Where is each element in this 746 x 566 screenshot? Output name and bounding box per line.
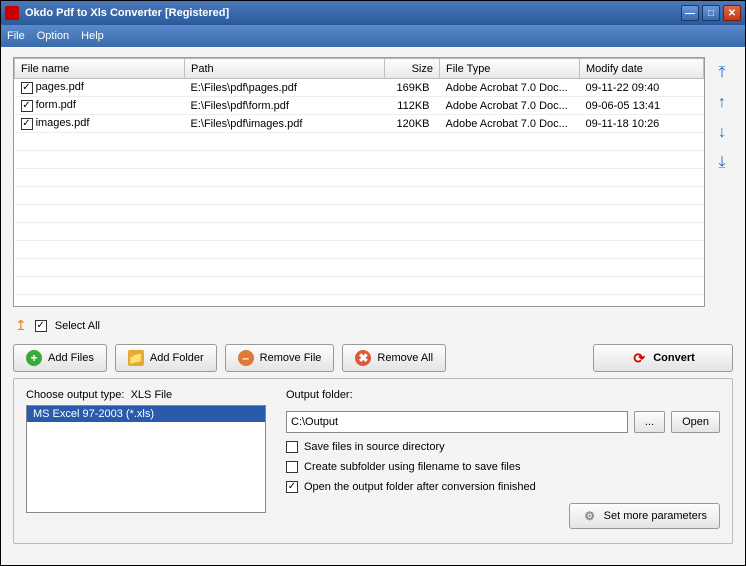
table-row[interactable]: images.pdf E:\Files\pdf\images.pdf120KBAd… bbox=[15, 115, 704, 133]
col-filename[interactable]: File name bbox=[15, 59, 185, 79]
output-type-col: Choose output type: XLS File MS Excel 97… bbox=[26, 389, 266, 529]
col-size[interactable]: Size bbox=[385, 59, 440, 79]
save-source-label: Save files in source directory bbox=[304, 441, 445, 453]
minus-icon: – bbox=[238, 350, 254, 366]
main-window: Okdo Pdf to Xls Converter [Registered] —… bbox=[0, 0, 746, 566]
cell-date: 09-11-18 10:26 bbox=[580, 115, 704, 133]
table-row[interactable]: form.pdf E:\Files\pdf\form.pdf112KBAdobe … bbox=[15, 97, 704, 115]
select-all-checkbox[interactable] bbox=[35, 320, 47, 332]
table-row-empty bbox=[15, 241, 704, 259]
output-folder-row: ... Open bbox=[286, 411, 720, 433]
open-after-checkbox[interactable] bbox=[286, 481, 298, 493]
content-area: File name Path Size File Type Modify dat… bbox=[1, 47, 745, 565]
table-row-empty bbox=[15, 133, 704, 151]
cell-filetype: Adobe Acrobat 7.0 Doc... bbox=[440, 79, 580, 97]
select-all-label: Select All bbox=[55, 320, 100, 332]
cell-path: E:\Files\pdf\images.pdf bbox=[185, 115, 385, 133]
open-folder-button[interactable]: Open bbox=[671, 411, 720, 433]
output-type-list[interactable]: MS Excel 97-2003 (*.xls) bbox=[26, 405, 266, 513]
opt-source-row: Save files in source directory bbox=[286, 441, 720, 453]
output-folder-label: Output folder: bbox=[286, 389, 720, 401]
x-icon: ✖ bbox=[355, 350, 371, 366]
window-title: Okdo Pdf to Xls Converter [Registered] bbox=[25, 7, 681, 19]
close-button[interactable]: ✕ bbox=[723, 5, 741, 21]
cell-size: 120KB bbox=[385, 115, 440, 133]
col-filetype[interactable]: File Type bbox=[440, 59, 580, 79]
file-table-wrap: File name Path Size File Type Modify dat… bbox=[13, 57, 705, 307]
cell-path: E:\Files\pdf\form.pdf bbox=[185, 97, 385, 115]
move-top-button[interactable]: ⤒ bbox=[712, 63, 732, 83]
folder-icon: 📁 bbox=[128, 350, 144, 366]
table-row-empty bbox=[15, 205, 704, 223]
menu-help[interactable]: Help bbox=[81, 30, 104, 42]
move-down-button[interactable]: ↓ bbox=[712, 123, 732, 143]
output-folder-input[interactable] bbox=[286, 411, 628, 433]
remove-file-button[interactable]: – Remove File bbox=[225, 344, 335, 372]
table-row-empty bbox=[15, 277, 704, 295]
reorder-buttons: ⤒ ↑ ↓ ⤓ bbox=[711, 57, 733, 307]
cell-filename: pages.pdf bbox=[36, 81, 84, 93]
create-subfolder-label: Create subfolder using filename to save … bbox=[304, 461, 520, 473]
col-modifydate[interactable]: Modify date bbox=[580, 59, 704, 79]
create-subfolder-checkbox[interactable] bbox=[286, 461, 298, 473]
maximize-button[interactable]: □ bbox=[702, 5, 720, 21]
table-row-empty bbox=[15, 223, 704, 241]
col-path[interactable]: Path bbox=[185, 59, 385, 79]
cell-filetype: Adobe Acrobat 7.0 Doc... bbox=[440, 97, 580, 115]
cell-date: 09-11-22 09:40 bbox=[580, 79, 704, 97]
file-area: File name Path Size File Type Modify dat… bbox=[13, 57, 733, 307]
row-checkbox[interactable] bbox=[21, 118, 33, 130]
set-more-parameters-button[interactable]: ⚙ Set more parameters bbox=[569, 503, 720, 529]
cell-filetype: Adobe Acrobat 7.0 Doc... bbox=[440, 115, 580, 133]
move-bottom-button[interactable]: ⤓ bbox=[712, 153, 732, 173]
action-buttons: + Add Files 📁 Add Folder – Remove File ✖… bbox=[13, 344, 733, 372]
add-files-button[interactable]: + Add Files bbox=[13, 344, 107, 372]
titlebar: Okdo Pdf to Xls Converter [Registered] —… bbox=[1, 1, 745, 25]
table-row-empty bbox=[15, 187, 704, 205]
output-type-label: Choose output type: XLS File bbox=[26, 389, 266, 401]
select-all-row: ↥ Select All bbox=[13, 313, 733, 338]
file-table: File name Path Size File Type Modify dat… bbox=[14, 58, 704, 307]
table-row-empty bbox=[15, 295, 704, 308]
opt-openafter-row: Open the output folder after conversion … bbox=[286, 481, 720, 493]
up-folder-icon[interactable]: ↥ bbox=[15, 317, 27, 334]
row-checkbox[interactable] bbox=[21, 100, 33, 112]
gear-icon: ⚙ bbox=[582, 508, 598, 524]
more-row: ⚙ Set more parameters bbox=[286, 503, 720, 529]
open-after-label: Open the output folder after conversion … bbox=[304, 481, 536, 493]
plus-icon: + bbox=[26, 350, 42, 366]
cell-date: 09-06-05 13:41 bbox=[580, 97, 704, 115]
opt-subfolder-row: Create subfolder using filename to save … bbox=[286, 461, 720, 473]
table-row-empty bbox=[15, 151, 704, 169]
window-controls: — □ ✕ bbox=[681, 5, 741, 21]
table-row-empty bbox=[15, 169, 704, 187]
convert-button[interactable]: ⟳ Convert bbox=[593, 344, 733, 372]
menubar: File Option Help bbox=[1, 25, 745, 47]
minimize-button[interactable]: — bbox=[681, 5, 699, 21]
table-row-empty bbox=[15, 259, 704, 277]
save-source-checkbox[interactable] bbox=[286, 441, 298, 453]
convert-icon: ⟳ bbox=[631, 350, 647, 366]
menu-option[interactable]: Option bbox=[37, 30, 69, 42]
cell-size: 112KB bbox=[385, 97, 440, 115]
remove-all-button[interactable]: ✖ Remove All bbox=[342, 344, 446, 372]
output-type-option[interactable]: MS Excel 97-2003 (*.xls) bbox=[27, 406, 265, 422]
menu-file[interactable]: File bbox=[7, 30, 25, 42]
cell-filename: form.pdf bbox=[36, 99, 76, 111]
cell-path: E:\Files\pdf\pages.pdf bbox=[185, 79, 385, 97]
output-panel: Choose output type: XLS File MS Excel 97… bbox=[13, 378, 733, 544]
row-checkbox[interactable] bbox=[21, 82, 33, 94]
output-folder-col: Output folder: ... Open Save files in so… bbox=[286, 389, 720, 529]
cell-filename: images.pdf bbox=[36, 117, 90, 129]
cell-size: 169KB bbox=[385, 79, 440, 97]
move-up-button[interactable]: ↑ bbox=[712, 93, 732, 113]
app-icon bbox=[5, 6, 19, 20]
add-folder-button[interactable]: 📁 Add Folder bbox=[115, 344, 217, 372]
browse-button[interactable]: ... bbox=[634, 411, 665, 433]
table-row[interactable]: pages.pdf E:\Files\pdf\pages.pdf169KBAdob… bbox=[15, 79, 704, 97]
